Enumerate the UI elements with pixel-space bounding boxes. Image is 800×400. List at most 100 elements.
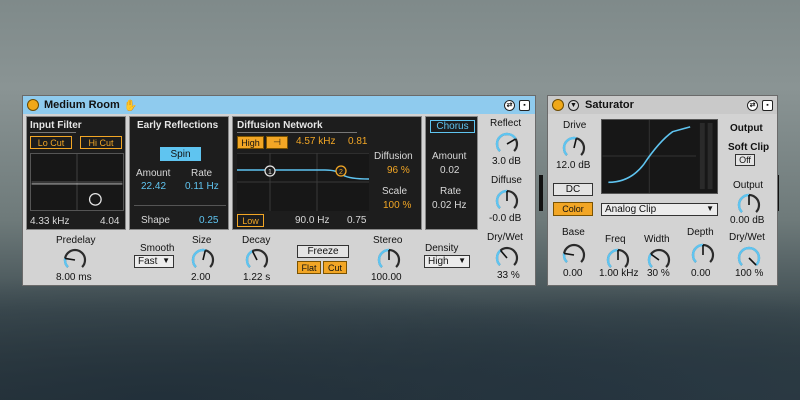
- knob-needle: [650, 253, 660, 261]
- freeze-button[interactable]: Freeze: [297, 245, 349, 258]
- knob-track: [647, 248, 671, 268]
- drywet-label: Dry/Wet: [487, 232, 523, 243]
- drywet-label: Dry/Wet: [729, 232, 765, 243]
- density-select[interactable]: High ▼: [424, 255, 470, 268]
- device-title: Medium Room: [44, 99, 120, 111]
- chorus-rate-value[interactable]: 0.02 Hz: [432, 200, 466, 211]
- predelay-knob[interactable]: [60, 246, 90, 272]
- high-button[interactable]: High: [237, 136, 264, 149]
- smooth-select[interactable]: Fast ▼: [134, 255, 174, 268]
- svg-text:2: 2: [339, 169, 343, 176]
- diffuse-value[interactable]: -0.0 dB: [489, 213, 521, 224]
- low-button[interactable]: Low: [237, 214, 264, 227]
- reflect-value[interactable]: 3.0 dB: [492, 156, 521, 167]
- base-knob[interactable]: [559, 241, 589, 267]
- diffusion-value[interactable]: 96 %: [387, 165, 410, 176]
- low-freq-value[interactable]: 90.0 Hz: [295, 215, 329, 226]
- curve-type-select[interactable]: Analog Clip ▼: [601, 203, 718, 216]
- save-preset-icon[interactable]: ▪: [762, 99, 773, 111]
- amount-label: Amount: [136, 168, 171, 179]
- device-title: Saturator: [585, 99, 634, 111]
- depth-value[interactable]: 0.00: [691, 268, 710, 279]
- reverb-titlebar[interactable]: Medium Room ✋ ⇄ ▪: [23, 96, 535, 114]
- hot-swap-icon[interactable]: ⇄: [504, 99, 515, 111]
- drive-label: Drive: [563, 120, 587, 131]
- knob-needle: [506, 138, 517, 145]
- predelay-value[interactable]: 8.00 ms: [56, 272, 92, 283]
- freq-label: Freq: [605, 234, 626, 245]
- decay-knob[interactable]: [242, 246, 272, 272]
- filter-width-value[interactable]: 4.04: [100, 216, 119, 227]
- dc-button[interactable]: DC: [553, 183, 593, 196]
- high-freq-value[interactable]: 4.57 kHz: [296, 136, 335, 147]
- drive-knob[interactable]: [559, 134, 589, 160]
- base-value[interactable]: 0.00: [563, 268, 582, 279]
- output-knob[interactable]: [734, 191, 764, 217]
- collapse-arrow-icon[interactable]: ▼: [568, 99, 579, 111]
- knob-fill: [606, 248, 619, 268]
- predelay-label: Predelay: [56, 235, 96, 246]
- drywet-value[interactable]: 33 %: [497, 270, 520, 281]
- saturation-curve-graph[interactable]: [601, 119, 718, 194]
- chorus-button[interactable]: Chorus: [430, 120, 475, 133]
- smooth-label: Smooth: [140, 243, 175, 254]
- hot-swap-icon[interactable]: ⇄: [747, 99, 758, 111]
- depth-knob[interactable]: [688, 241, 718, 267]
- flat-button[interactable]: Flat: [297, 261, 321, 274]
- stereo-label: Stereo: [373, 235, 403, 246]
- chorus-amount-value[interactable]: 0.02: [440, 165, 459, 176]
- rate-label: Rate: [191, 168, 213, 179]
- rate-value[interactable]: 0.11 Hz: [185, 181, 219, 192]
- chorus-rate-label: Rate: [440, 186, 462, 197]
- diffusion-graph[interactable]: 1 2: [237, 153, 369, 211]
- saturator-device: ▼ Saturator ⇄ ▪ Drive 12.0 dB DC Color A…: [547, 95, 778, 286]
- hi-cut-button[interactable]: Hi Cut: [80, 136, 122, 149]
- width-value[interactable]: 30 %: [647, 268, 670, 279]
- knob-fill: [495, 132, 517, 152]
- decay-value[interactable]: 1.22 s: [243, 272, 270, 283]
- size-knob[interactable]: [188, 246, 218, 272]
- diffusion-network-panel: Diffusion Network High ⊣ 4.57 kHz 0.81 1…: [232, 116, 422, 230]
- dropdown-arrow-icon: ▼: [706, 204, 714, 213]
- chorus-panel: Chorus Amount 0.02 Rate 0.02 Hz: [425, 116, 478, 230]
- cut-button[interactable]: Cut: [323, 261, 347, 274]
- knob-needle: [202, 250, 207, 261]
- output-meter: [707, 122, 713, 190]
- drywet-knob[interactable]: [734, 244, 764, 270]
- device-drag-handle[interactable]: [539, 175, 543, 211]
- size-value[interactable]: 2.00: [191, 272, 210, 283]
- diffusion-label: Diffusion: [374, 151, 413, 162]
- power-icon[interactable]: [552, 99, 564, 111]
- freq-value[interactable]: 1.00 kHz: [599, 268, 638, 279]
- knob-fill: [63, 258, 69, 268]
- amount-value[interactable]: 22.42: [141, 181, 166, 192]
- stereo-knob[interactable]: [374, 246, 404, 272]
- soft-clip-toggle[interactable]: Off: [735, 154, 755, 166]
- low-value[interactable]: 0.75: [347, 215, 366, 226]
- scale-value[interactable]: 100 %: [383, 200, 411, 211]
- filter-freq-value[interactable]: 4.33 kHz: [30, 216, 69, 227]
- high-value[interactable]: 0.81: [348, 136, 367, 147]
- lo-cut-button[interactable]: Lo Cut: [30, 136, 72, 149]
- power-icon[interactable]: [27, 99, 39, 111]
- drive-value[interactable]: 12.0 dB: [556, 160, 590, 171]
- filter-graph[interactable]: [30, 153, 124, 211]
- saturator-titlebar[interactable]: ▼ Saturator ⇄ ▪: [548, 96, 777, 114]
- soft-clip-label: Soft Clip: [728, 142, 770, 153]
- spin-button[interactable]: Spin: [160, 147, 201, 161]
- shelf-icon[interactable]: ⊣: [266, 136, 288, 149]
- chorus-amount-label: Amount: [432, 151, 467, 162]
- knob-fill: [562, 253, 568, 263]
- input-meter: [699, 122, 705, 190]
- reflect-knob[interactable]: [492, 130, 522, 156]
- save-preset-icon[interactable]: ▪: [519, 99, 530, 111]
- color-button[interactable]: Color: [553, 202, 593, 216]
- stereo-value[interactable]: 100.00: [371, 272, 402, 283]
- filter-handle[interactable]: [88, 192, 102, 206]
- shape-value[interactable]: 0.25: [199, 215, 218, 226]
- drywet-value[interactable]: 100 %: [735, 268, 763, 279]
- panel-title: Diffusion Network: [237, 120, 323, 131]
- diffuse-knob[interactable]: [492, 187, 522, 213]
- drywet-knob[interactable]: [492, 244, 522, 270]
- output-value[interactable]: 0.00 dB: [730, 215, 764, 226]
